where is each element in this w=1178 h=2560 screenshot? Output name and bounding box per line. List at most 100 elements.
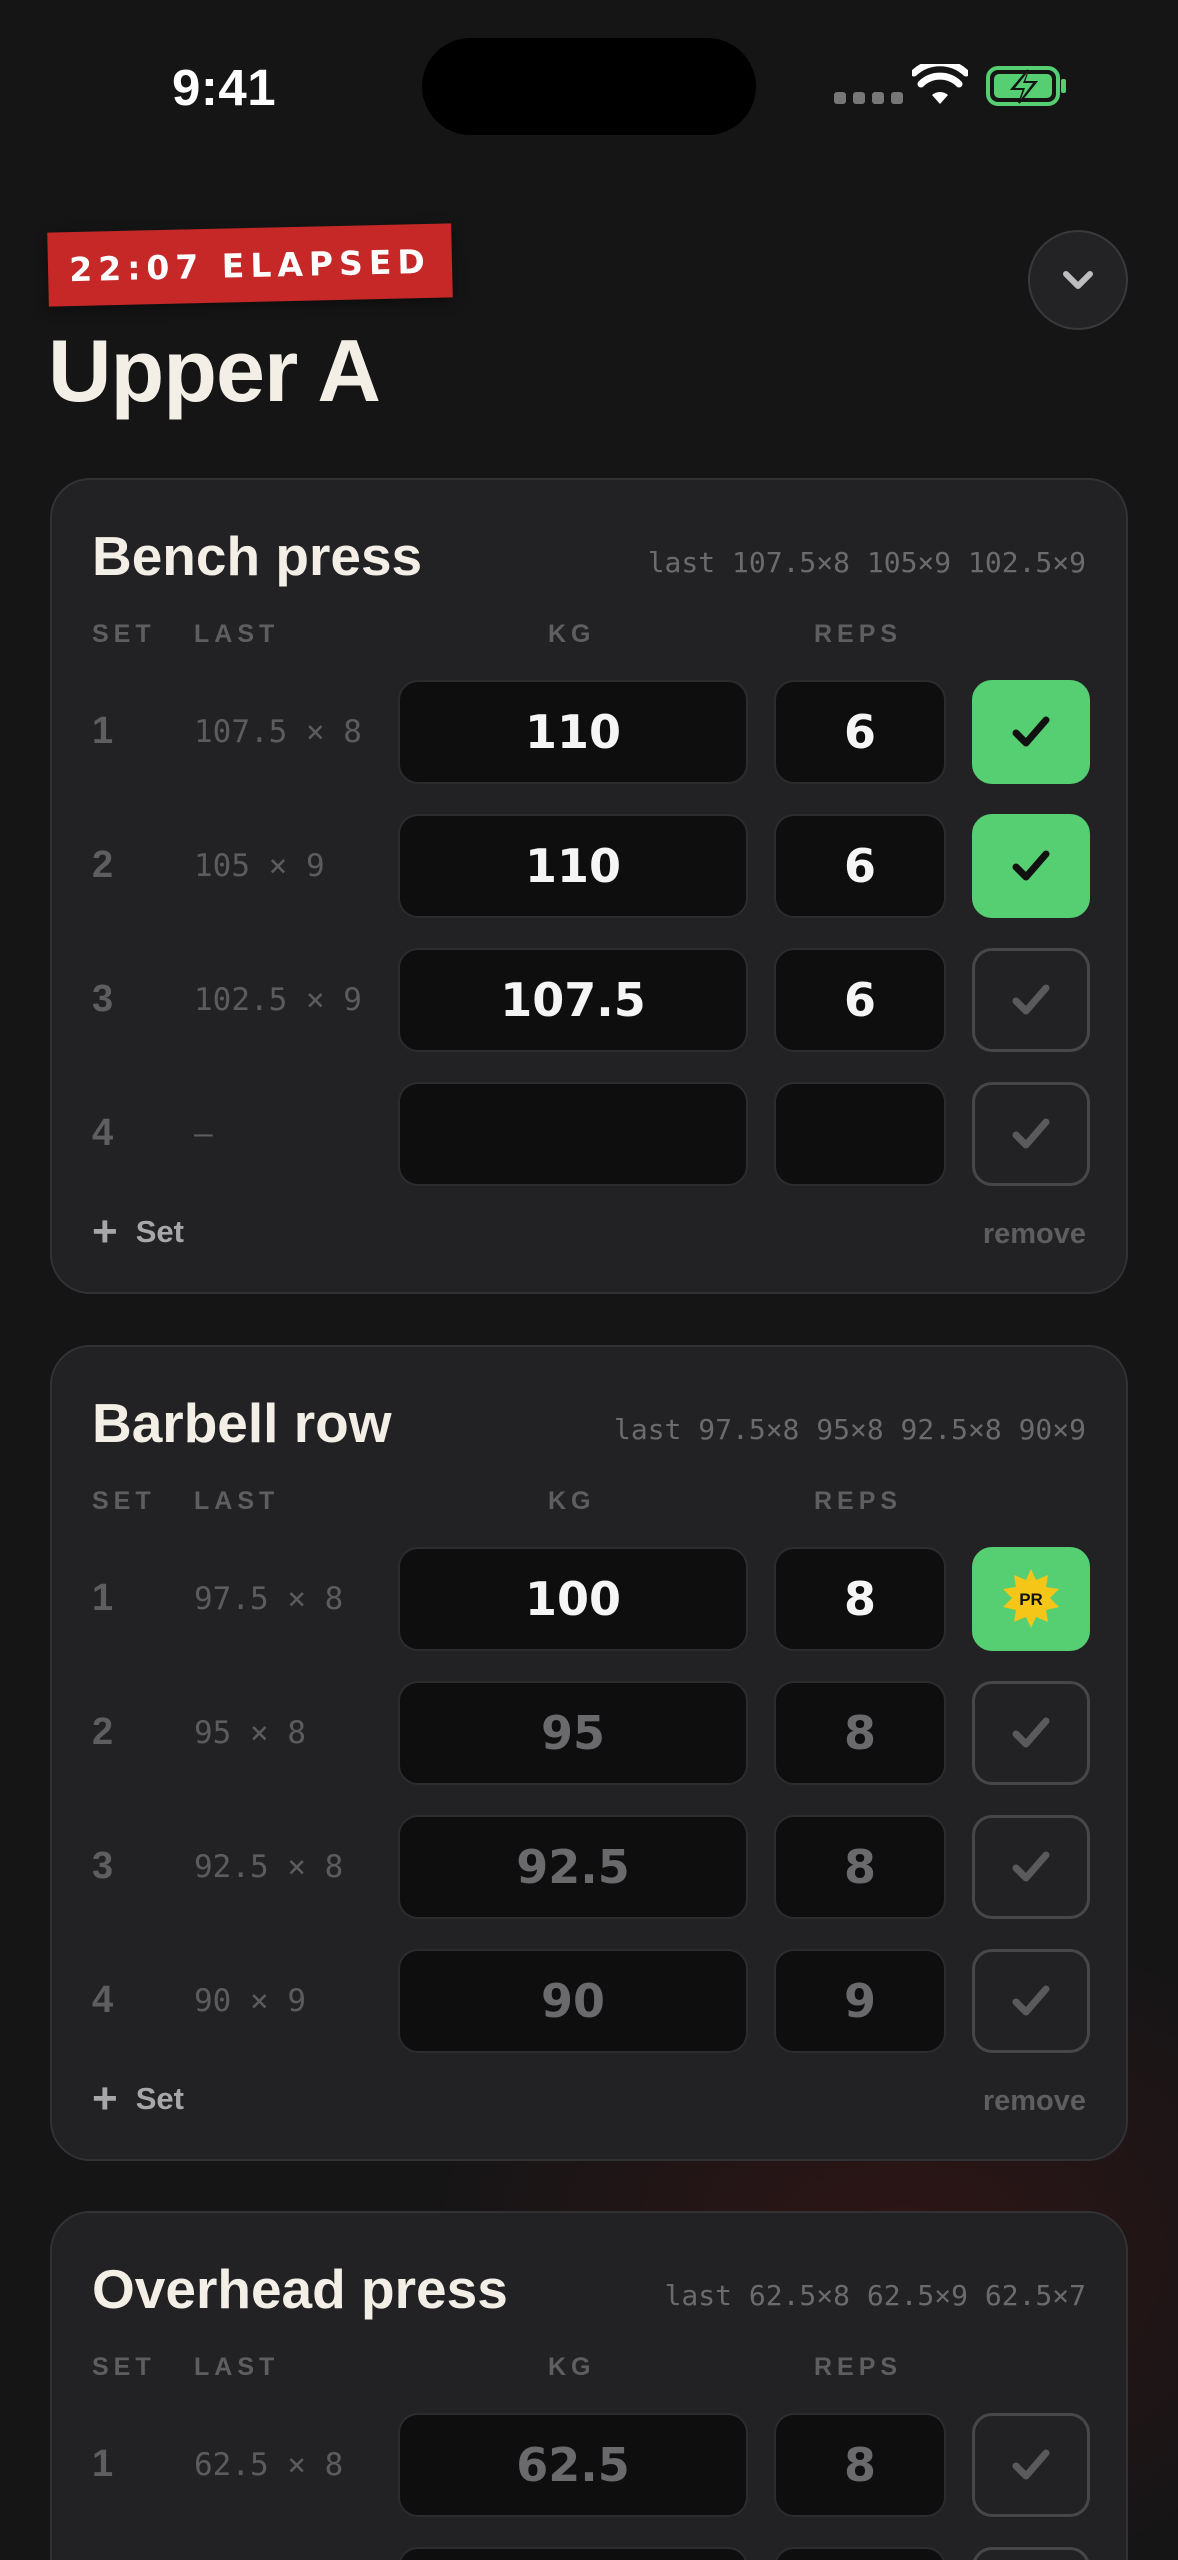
kg-input[interactable]: 92.5 <box>398 1815 748 1919</box>
column-header-set: SET <box>92 620 156 648</box>
complete-set-button[interactable] <box>972 1949 1090 2053</box>
set-last: 62.5 × 8 <box>194 2447 344 2483</box>
column-header-reps: REPS <box>814 1487 903 1515</box>
reps-input[interactable]: 8 <box>774 2413 946 2517</box>
kg-input[interactable] <box>398 1082 748 1186</box>
set-last: 90 × 9 <box>194 1983 306 2019</box>
complete-set-button[interactable] <box>972 680 1090 784</box>
set-row: 4 — <box>52 1082 1126 1186</box>
status-bar: 9:41 <box>0 0 1178 170</box>
complete-set-button[interactable] <box>972 948 1090 1052</box>
wifi-icon <box>912 64 968 104</box>
reps-input[interactable]: 8 <box>774 1547 946 1651</box>
exercise-name: Barbell row <box>92 1392 392 1454</box>
kg-input[interactable]: 62.5 <box>398 2413 748 2517</box>
exercise-name: Bench press <box>92 525 423 587</box>
complete-set-button[interactable] <box>972 2547 1090 2560</box>
set-last: 102.5 × 9 <box>194 982 362 1018</box>
set-number: 3 <box>92 978 114 1020</box>
kg-input[interactable]: 100 <box>398 1547 748 1651</box>
add-set-button[interactable]: + Set <box>92 2077 184 2121</box>
remove-set-button[interactable]: remove <box>983 2085 1086 2118</box>
cellular-signal-icon <box>834 92 903 104</box>
set-number: 3 <box>92 1845 114 1887</box>
reps-input[interactable]: 8 <box>774 1681 946 1785</box>
set-row <box>52 2547 1126 2560</box>
reps-input[interactable]: 9 <box>774 1949 946 2053</box>
kg-input[interactable] <box>398 2547 748 2560</box>
pr-badge-label: PR <box>1019 1590 1043 1609</box>
set-last: 95 × 8 <box>194 1715 306 1751</box>
column-header-last: LAST <box>194 2353 280 2381</box>
complete-set-button[interactable]: PR <box>972 1547 1090 1651</box>
complete-set-button[interactable] <box>972 2413 1090 2517</box>
last-session-summary: last 97.5×8 95×8 92.5×8 90×9 <box>613 1413 1086 1446</box>
kg-input[interactable]: 110 <box>398 814 748 918</box>
set-row: 2 105 × 9 110 6 <box>52 814 1126 918</box>
checkmark-icon <box>1012 850 1050 881</box>
column-header-reps: REPS <box>814 620 903 648</box>
set-last: 105 × 9 <box>194 848 325 884</box>
reps-input[interactable]: 8 <box>774 1815 946 1919</box>
kg-input[interactable]: 107.5 <box>398 948 748 1052</box>
set-last: 107.5 × 8 <box>194 714 362 750</box>
set-last: — <box>194 1116 213 1152</box>
set-number: 4 <box>92 1979 114 2021</box>
exercise-card-bench-press: Bench press last 107.5×8 105×9 102.5×9 S… <box>50 478 1128 1294</box>
set-last: 92.5 × 8 <box>194 1849 344 1885</box>
kg-input[interactable]: 95 <box>398 1681 748 1785</box>
plus-icon: + <box>92 1207 118 1256</box>
add-set-button[interactable]: + Set <box>92 1210 184 1254</box>
checkmark-icon <box>1012 716 1050 747</box>
set-number: 1 <box>92 2443 114 2485</box>
plus-icon: + <box>92 2074 118 2123</box>
column-header-set: SET <box>92 2353 156 2381</box>
kg-input[interactable]: 110 <box>398 680 748 784</box>
checkmark-icon <box>1012 1851 1050 1882</box>
set-row: 4 90 × 9 90 9 <box>52 1949 1126 2053</box>
column-header-kg: KG <box>548 2353 596 2381</box>
set-number: 2 <box>92 844 114 886</box>
status-time: 9:41 <box>172 59 277 116</box>
column-header-last: LAST <box>194 620 280 648</box>
remove-set-button[interactable]: remove <box>983 1218 1086 1251</box>
add-set-label: Set <box>135 2081 184 2116</box>
column-header-last: LAST <box>194 1487 280 1515</box>
set-row: 1 62.5 × 8 62.5 8 <box>52 2413 1126 2517</box>
pr-star-badge-icon: PR <box>1003 1569 1059 1628</box>
chevron-down-icon <box>1063 271 1093 289</box>
exercise-name: Overhead press <box>92 2258 508 2320</box>
reps-input[interactable]: 6 <box>774 814 946 918</box>
set-number: 4 <box>92 1112 114 1154</box>
add-set-label: Set <box>135 1214 184 1249</box>
reps-input[interactable]: 6 <box>774 680 946 784</box>
set-row: 3 92.5 × 8 92.5 8 <box>52 1815 1126 1919</box>
set-number: 1 <box>92 710 114 752</box>
set-number: 2 <box>92 1711 114 1753</box>
checkmark-icon <box>1012 1985 1050 2016</box>
set-last: 97.5 × 8 <box>194 1581 344 1617</box>
dynamic-island <box>422 38 756 135</box>
elapsed-time-badge: 22:07 ELAPSED <box>47 223 453 307</box>
last-session-summary: last 107.5×8 105×9 102.5×9 <box>647 546 1086 579</box>
set-row: 2 95 × 8 95 8 <box>52 1681 1126 1785</box>
reps-input[interactable]: 6 <box>774 948 946 1052</box>
complete-set-button[interactable] <box>972 1681 1090 1785</box>
set-row: 1 97.5 × 8 100 8 PR <box>52 1547 1126 1651</box>
set-row: 1 107.5 × 8 110 6 <box>52 680 1126 784</box>
column-header-reps: REPS <box>814 2353 903 2381</box>
reps-input[interactable] <box>774 1082 946 1186</box>
checkmark-icon <box>1012 1717 1050 1748</box>
complete-set-button[interactable] <box>972 1082 1090 1186</box>
column-header-kg: KG <box>548 1487 596 1515</box>
reps-input[interactable] <box>774 2547 946 2560</box>
set-row: 3 102.5 × 9 107.5 6 <box>52 948 1126 1052</box>
kg-input[interactable]: 90 <box>398 1949 748 2053</box>
collapse-button[interactable] <box>1028 230 1128 330</box>
set-number: 1 <box>92 1577 114 1619</box>
complete-set-button[interactable] <box>972 814 1090 918</box>
column-header-set: SET <box>92 1487 156 1515</box>
last-session-summary: last 62.5×8 62.5×9 62.5×7 <box>664 2279 1086 2312</box>
complete-set-button[interactable] <box>972 1815 1090 1919</box>
checkmark-icon <box>1012 1118 1050 1149</box>
